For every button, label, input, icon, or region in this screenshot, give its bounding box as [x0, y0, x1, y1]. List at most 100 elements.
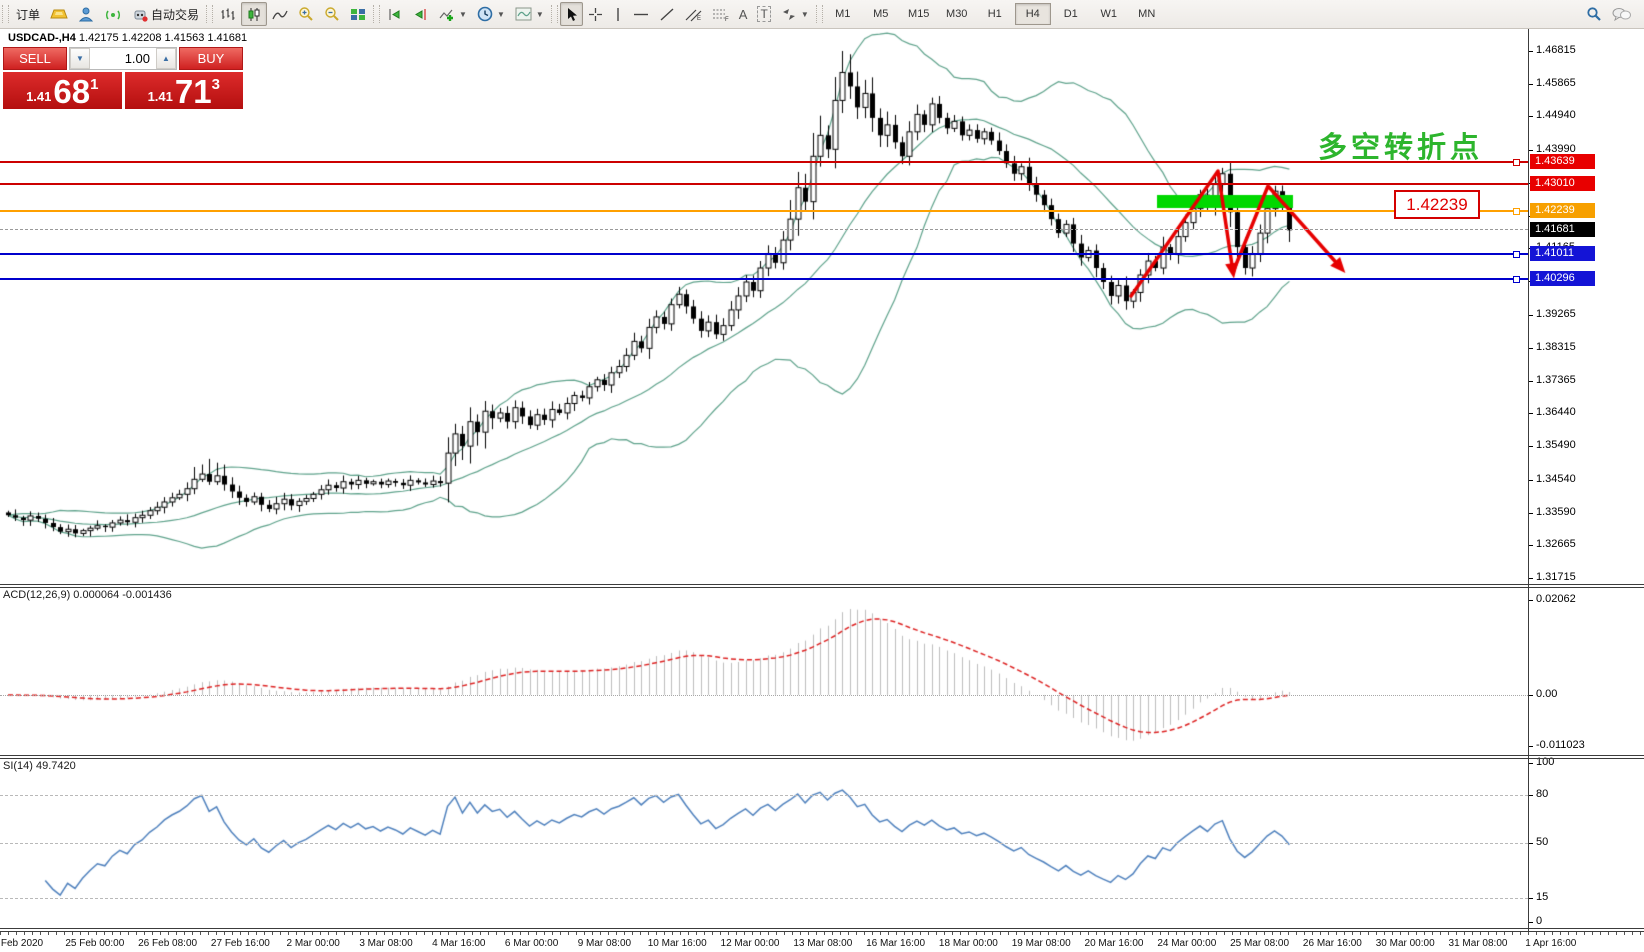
auto-scroll-button[interactable] — [382, 2, 408, 26]
crosshair-button[interactable] — [583, 2, 608, 26]
toolbar-grip[interactable] — [2, 5, 9, 23]
timeframe-button-M1[interactable]: M1 — [825, 3, 861, 25]
zoom-in-button[interactable] — [293, 2, 319, 26]
fibonacci-button[interactable]: F — [707, 2, 734, 26]
text-label-button[interactable]: T — [752, 2, 775, 26]
main-macd-divider[interactable] — [0, 584, 1644, 585]
time-axis-label: 26 Mar 16:00 — [1303, 938, 1362, 949]
sell-price-display[interactable]: 1.41 68 1 — [3, 72, 122, 109]
timeframe-button-H1[interactable]: H1 — [977, 3, 1013, 25]
search-button[interactable] — [1581, 2, 1607, 26]
timeframe-button-M30[interactable]: M30 — [939, 3, 975, 25]
price-level-badge-1.43010: 1.43010 — [1530, 176, 1595, 191]
line-chart-icon — [272, 7, 288, 22]
templates-button[interactable]: ▼ — [510, 2, 549, 26]
chat-bubble-icon — [1612, 7, 1631, 22]
timeframe-button-M5[interactable]: M5 — [863, 3, 899, 25]
cursor-button[interactable] — [560, 2, 583, 26]
trendline-button[interactable] — [654, 2, 680, 26]
price-tick-label: 1.31715 — [1536, 571, 1576, 583]
macd-scale-label: -0.011023 — [1536, 739, 1585, 751]
price-scale-border — [1528, 29, 1529, 931]
toolbar-grip[interactable] — [551, 5, 558, 23]
autotrading-button[interactable]: 自动交易 — [127, 2, 204, 26]
toolbar-grip[interactable] — [373, 5, 380, 23]
level-line-handle[interactable] — [1513, 159, 1520, 166]
community-button[interactable] — [73, 2, 99, 26]
price-level-line-1.41681[interactable] — [0, 229, 1528, 230]
rsi-level-line-15 — [0, 898, 1528, 899]
chat-button[interactable] — [1607, 2, 1636, 26]
timeframe-button-W1[interactable]: W1 — [1091, 3, 1127, 25]
price-level-badge-1.41011: 1.41011 — [1530, 246, 1595, 261]
price-tick-label: 1.43990 — [1536, 143, 1576, 155]
horizontal-line-button[interactable] — [628, 2, 654, 26]
price-tick-label: 1.34540 — [1536, 473, 1576, 485]
price-level-line-1.43010[interactable] — [0, 183, 1528, 185]
tile-windows-button[interactable] — [345, 2, 371, 26]
svg-text:F: F — [725, 17, 729, 22]
price-callout-box[interactable]: 1.42239 — [1394, 190, 1480, 219]
rsi-scale-label: 50 — [1536, 836, 1548, 848]
time-axis-label: 24 Mar 00:00 — [1157, 938, 1216, 949]
arrows-button[interactable]: ▼ — [776, 2, 814, 26]
bar-chart-button[interactable] — [215, 2, 241, 26]
new-order-button[interactable]: 订单 — [11, 2, 45, 26]
sell-button[interactable]: SELL — [3, 47, 67, 70]
buy-button[interactable]: BUY — [179, 47, 243, 70]
text-button[interactable]: A — [734, 2, 753, 26]
line-chart-button[interactable] — [267, 2, 293, 26]
price-level-line-1.41011[interactable] — [0, 253, 1528, 255]
time-axis-label: 12 Mar 00:00 — [721, 938, 780, 949]
horizontal-line-icon — [633, 7, 649, 22]
rsi-scale-label: 15 — [1536, 891, 1548, 903]
macd-indicator-label: ACD(12,26,9) 0.000064 -0.001436 — [3, 589, 172, 601]
signal-broadcast-icon — [104, 7, 122, 22]
price-tick-label: 1.37365 — [1536, 374, 1576, 386]
price-tick-label: 1.45865 — [1536, 77, 1576, 89]
timeframe-button-D1[interactable]: D1 — [1053, 3, 1089, 25]
chevron-down-icon: ▼ — [459, 10, 467, 19]
zoom-out-button[interactable] — [319, 2, 345, 26]
indicators-button[interactable]: ▼ — [434, 2, 472, 26]
volume-stepper: ▼ 1.00 ▲ — [69, 47, 177, 70]
chevron-down-icon: ▼ — [536, 10, 544, 19]
macd-scale-label: 0.00 — [1536, 688, 1557, 700]
volume-input[interactable]: 1.00 — [90, 48, 156, 69]
equidistant-channel-button[interactable]: E — [680, 2, 707, 26]
volume-increase-button[interactable]: ▲ — [156, 48, 176, 69]
timeframe-button-M15[interactable]: M15 — [901, 3, 937, 25]
buy-price-main: 71 — [175, 77, 212, 107]
macd-rsi-divider[interactable] — [0, 755, 1644, 756]
level-line-handle[interactable] — [1513, 251, 1520, 258]
signals-button[interactable] — [99, 2, 127, 26]
price-level-line-1.42239[interactable] — [0, 210, 1528, 212]
price-tick-label: 1.35490 — [1536, 439, 1576, 451]
candlestick-chart-button[interactable] — [241, 2, 267, 26]
periods-button[interactable]: ▼ — [472, 2, 510, 26]
auto-scroll-icon — [387, 7, 403, 22]
axis-top-border — [0, 931, 1644, 932]
price-level-line-1.40296[interactable] — [0, 278, 1528, 280]
autotrading-robot-icon — [132, 7, 148, 22]
turning-point-annotation[interactable]: 多空转折点 — [1318, 124, 1483, 166]
toolbar-grip[interactable] — [816, 5, 823, 23]
timeframe-button-MN[interactable]: MN — [1129, 3, 1165, 25]
vertical-line-button[interactable] — [608, 2, 628, 26]
deposit-icon-button[interactable] — [45, 2, 73, 26]
price-level-badge-1.40296: 1.40296 — [1530, 271, 1595, 286]
time-axis-label: 1 Apr 16:00 — [1525, 938, 1576, 949]
volume-decrease-button[interactable]: ▼ — [70, 48, 90, 69]
time-axis[interactable]: Feb 202025 Feb 00:0026 Feb 08:0027 Feb 1… — [0, 932, 1644, 952]
chart-shift-button[interactable] — [408, 2, 434, 26]
toolbar-grip[interactable] — [206, 5, 213, 23]
timeframe-button-H4[interactable]: H4 — [1015, 3, 1051, 25]
time-axis-label: 18 Mar 00:00 — [939, 938, 998, 949]
symbol-name: USDCAD-,H4 — [8, 32, 76, 44]
time-axis-label: 31 Mar 08:00 — [1449, 938, 1508, 949]
time-axis-label: 30 Mar 00:00 — [1376, 938, 1435, 949]
level-line-handle[interactable] — [1513, 276, 1520, 283]
buy-price-display[interactable]: 1.41 71 3 — [125, 72, 244, 109]
level-line-handle[interactable] — [1513, 208, 1520, 215]
price-level-line-1.43639[interactable] — [0, 161, 1528, 163]
